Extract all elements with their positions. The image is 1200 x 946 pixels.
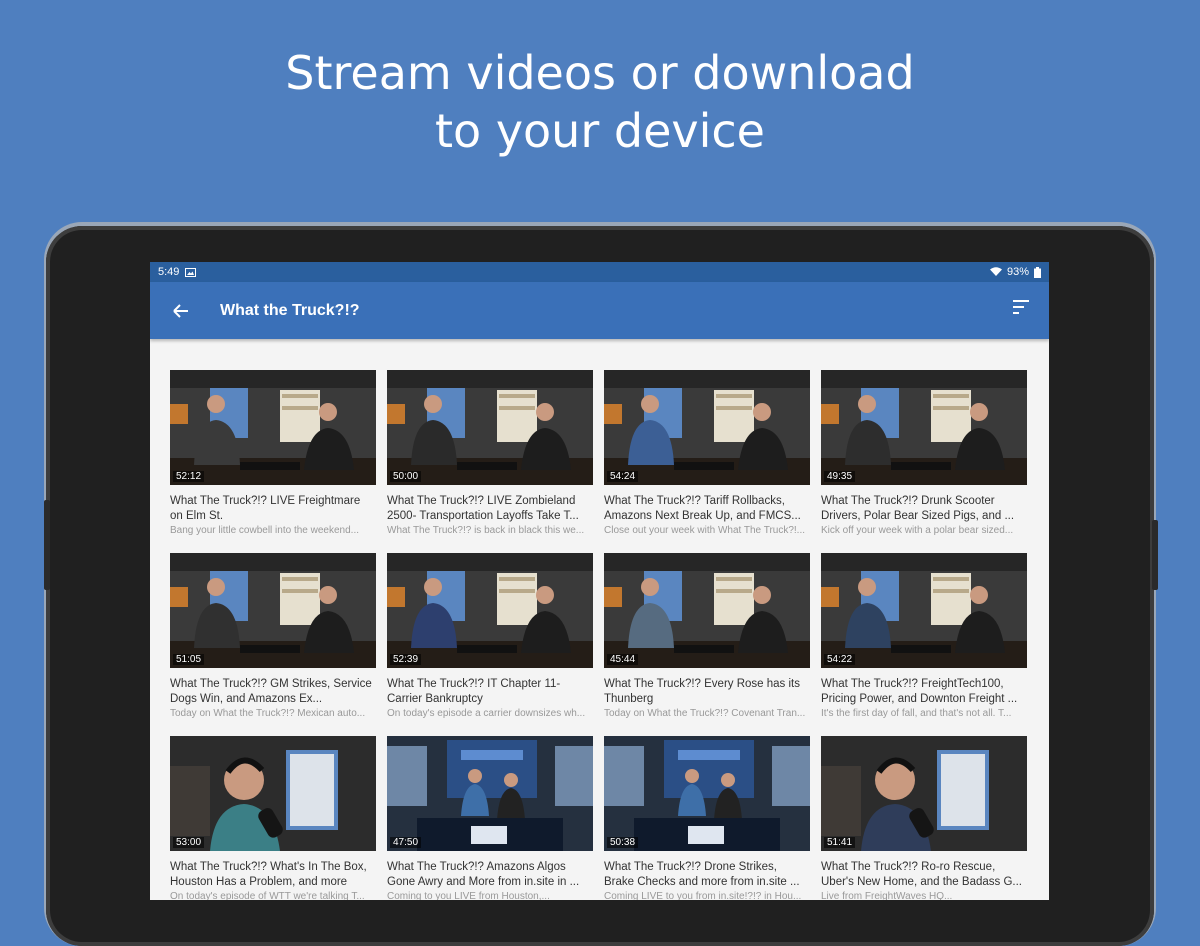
video-description: Today on What the Truck?!? Covenant Tran… bbox=[604, 708, 806, 719]
video-thumbnail[interactable]: 45:44 bbox=[604, 553, 810, 668]
video-title[interactable]: What The Truck?!? Every Rose has its Thu… bbox=[604, 677, 810, 707]
video-description: Live from FreightWaves HQ... bbox=[821, 891, 953, 900]
video-title[interactable]: What The Truck?!? Ro-ro Rescue, Uber's N… bbox=[821, 860, 1027, 890]
video-card[interactable]: 54:22 What The Truck?!? FreightTech100, … bbox=[821, 553, 1027, 720]
video-thumbnail[interactable]: 54:22 bbox=[821, 553, 1027, 668]
video-duration: 50:00 bbox=[390, 471, 422, 482]
video-description: Coming LIVE to you from in.site!?!? in H… bbox=[604, 891, 802, 900]
video-thumbnail[interactable]: 53:00 bbox=[170, 736, 376, 851]
video-card[interactable]: 54:24 What The Truck?!? Tariff Rollbacks… bbox=[604, 370, 810, 537]
wifi-icon bbox=[989, 267, 1002, 277]
tablet-side-button-right bbox=[1152, 520, 1158, 590]
video-thumbnail[interactable]: 54:24 bbox=[604, 370, 810, 485]
battery-percent: 93% bbox=[1006, 266, 1029, 278]
video-thumbnail[interactable]: 51:05 bbox=[170, 553, 376, 668]
video-duration: 52:12 bbox=[173, 471, 205, 482]
video-duration: 52:39 bbox=[390, 654, 422, 665]
video-card[interactable]: 50:38 What The Truck?!? Drone Strikes, B… bbox=[604, 736, 810, 900]
video-title[interactable]: What The Truck?!? GM Strikes, Service Do… bbox=[170, 677, 376, 707]
video-card[interactable]: 51:05 What The Truck?!? GM Strikes, Serv… bbox=[170, 553, 376, 720]
video-card[interactable]: 45:44 What The Truck?!? Every Rose has i… bbox=[604, 553, 810, 720]
video-grid: 52:12 What The Truck?!? LIVE Freightmare… bbox=[170, 370, 1030, 900]
video-description: On today's episode of WTT we're talking … bbox=[170, 891, 365, 900]
video-card[interactable]: 49:35 What The Truck?!? Drunk Scooter Dr… bbox=[821, 370, 1027, 537]
video-duration: 50:38 bbox=[607, 837, 639, 848]
video-duration: 45:44 bbox=[607, 654, 639, 665]
video-thumbnail[interactable]: 52:39 bbox=[387, 553, 593, 668]
status-bar: 5:49 93% bbox=[150, 262, 1049, 282]
video-thumbnail[interactable]: 47:50 bbox=[387, 736, 593, 851]
image-notification-icon bbox=[185, 267, 197, 277]
video-card[interactable]: 52:12 What The Truck?!? LIVE Freightmare… bbox=[170, 370, 376, 537]
video-duration: 53:00 bbox=[173, 837, 205, 848]
video-title[interactable]: What The Truck?!? FreightTech100, Pricin… bbox=[821, 677, 1027, 707]
video-duration: 47:50 bbox=[390, 837, 422, 848]
video-duration: 51:41 bbox=[824, 837, 856, 848]
video-description: Bang your little cowbell into the weeken… bbox=[170, 525, 359, 536]
video-card[interactable]: 50:00 What The Truck?!? LIVE Zombieland … bbox=[387, 370, 593, 537]
video-card[interactable]: 53:00 What The Truck?!? What's In The Bo… bbox=[170, 736, 376, 900]
channel-title: What the Truck?!? bbox=[220, 301, 360, 319]
video-description: Kick off your week with a polar bear siz… bbox=[821, 525, 1014, 536]
video-title[interactable]: What The Truck?!? IT Chapter 11- Carrier… bbox=[387, 677, 593, 707]
video-card[interactable]: 51:41 What The Truck?!? Ro-ro Rescue, Ub… bbox=[821, 736, 1027, 900]
video-description: On today's episode a carrier downsizes w… bbox=[387, 708, 586, 719]
video-title[interactable]: What The Truck?!? Amazons Algos Gone Awr… bbox=[387, 860, 593, 890]
video-title[interactable]: What The Truck?!? Drone Strikes, Brake C… bbox=[604, 860, 810, 890]
video-duration: 49:35 bbox=[824, 471, 856, 482]
video-duration: 51:05 bbox=[173, 654, 205, 665]
video-duration: 54:22 bbox=[824, 654, 856, 665]
battery-icon bbox=[1034, 266, 1041, 278]
video-thumbnail[interactable]: 49:35 bbox=[821, 370, 1027, 485]
video-description: It's the first day of fall, and that's n… bbox=[821, 708, 1012, 719]
video-description: Today on What the Truck?!? Mexican auto.… bbox=[170, 708, 366, 719]
video-description: Close out your week with What The Truck?… bbox=[604, 525, 806, 536]
app-toolbar: What the Truck?!? bbox=[150, 282, 1049, 339]
video-duration: 54:24 bbox=[607, 471, 639, 482]
video-thumbnail[interactable]: 50:00 bbox=[387, 370, 593, 485]
video-thumbnail[interactable]: 50:38 bbox=[604, 736, 810, 851]
tablet-side-button-left bbox=[44, 500, 50, 590]
status-time: 5:49 bbox=[158, 266, 180, 278]
video-card[interactable]: 52:39 What The Truck?!? IT Chapter 11- C… bbox=[387, 553, 593, 720]
back-arrow-icon[interactable] bbox=[150, 301, 210, 321]
video-title[interactable]: What The Truck?!? Drunk Scooter Drivers,… bbox=[821, 494, 1027, 524]
headline: Stream videos or download to your device bbox=[0, 44, 1200, 160]
video-title[interactable]: What The Truck?!? LIVE Freightmare on El… bbox=[170, 494, 376, 524]
tablet-screen: 5:49 93% What the Truck?!? 52:12 What Th… bbox=[150, 262, 1049, 900]
sort-icon[interactable] bbox=[1013, 300, 1031, 316]
headline-line-2: to your device bbox=[435, 104, 765, 158]
video-title[interactable]: What The Truck?!? Tariff Rollbacks, Amaz… bbox=[604, 494, 810, 524]
video-card[interactable]: 47:50 What The Truck?!? Amazons Algos Go… bbox=[387, 736, 593, 900]
video-title[interactable]: What The Truck?!? LIVE Zombieland 2500- … bbox=[387, 494, 593, 524]
video-description: What The Truck?!? is back in black this … bbox=[387, 525, 585, 536]
video-description: Coming to you LIVE from Houston,... bbox=[387, 891, 550, 900]
headline-line-1: Stream videos or download bbox=[285, 46, 915, 100]
video-thumbnail[interactable]: 52:12 bbox=[170, 370, 376, 485]
video-title[interactable]: What The Truck?!? What's In The Box, Hou… bbox=[170, 860, 376, 890]
video-thumbnail[interactable]: 51:41 bbox=[821, 736, 1027, 851]
